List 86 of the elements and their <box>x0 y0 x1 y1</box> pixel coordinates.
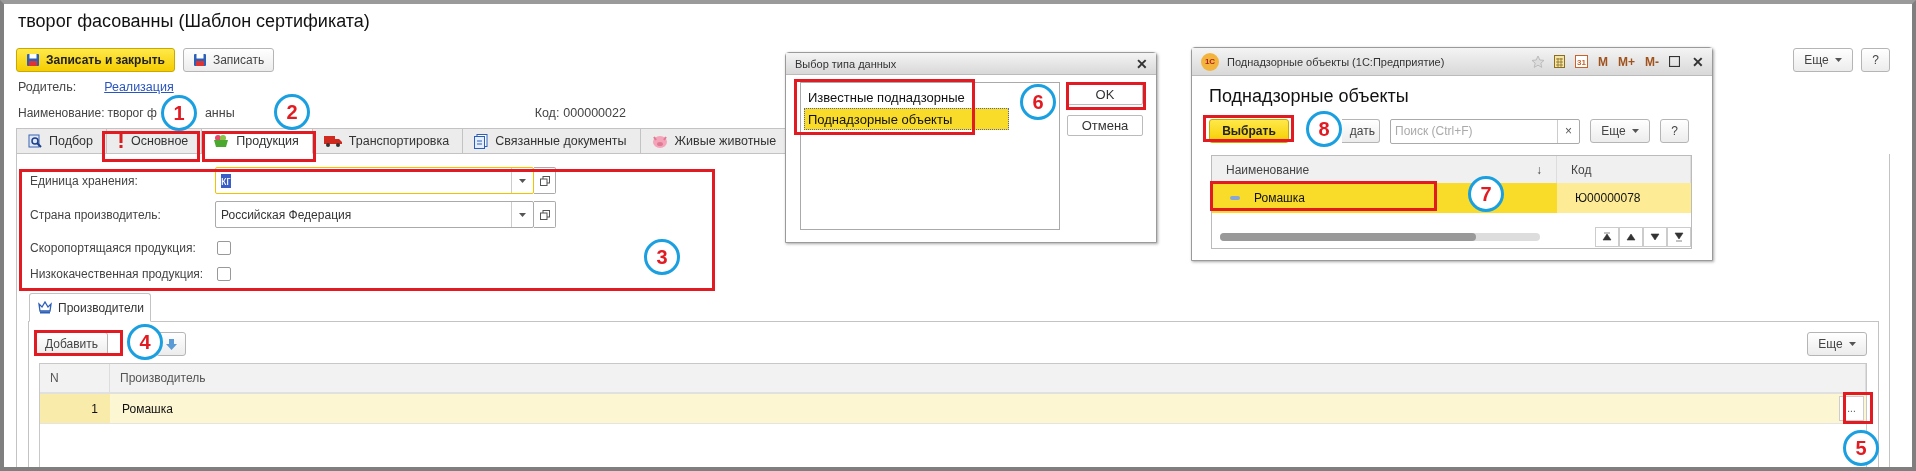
highlight-frame <box>1843 392 1873 424</box>
step-marker: 4 <box>127 324 163 360</box>
list-item[interactable]: Известные поднадзорные <box>804 86 1009 108</box>
table-row[interactable]: 1 Ромашка ... <box>40 394 1866 424</box>
checkbox[interactable] <box>217 241 231 255</box>
help-button[interactable]: ? <box>1660 119 1689 143</box>
search-field[interactable]: Поиск (Ctrl+F) × <box>1390 118 1580 144</box>
down-arrow-icon <box>1650 232 1660 242</box>
memory-button[interactable]: M <box>1598 54 1608 69</box>
scroll-top-icon <box>1602 232 1612 242</box>
tab[interactable]: Подбор <box>16 128 108 154</box>
column-header: N <box>40 364 110 392</box>
memory-button[interactable]: M+ <box>1618 54 1635 69</box>
table-cell: 1 <box>40 394 110 423</box>
more-button[interactable]: Еще <box>1807 332 1867 356</box>
floppy-icon <box>26 53 40 67</box>
create-button[interactable]: дать <box>1342 119 1380 143</box>
field-label: Страна производитель: <box>29 207 162 222</box>
dialog-title: Выбор типа данных <box>795 57 897 70</box>
save-button[interactable]: Записать <box>182 48 275 72</box>
close-button[interactable]: ✕ <box>1136 55 1148 72</box>
name-value: творог ф <box>107 106 157 120</box>
code-label: Код: <box>534 106 560 120</box>
form-title: творог фасованны (Шаблон сертификата) <box>17 9 371 33</box>
basket-icon <box>213 134 230 148</box>
navigation-button[interactable] <box>1643 227 1667 247</box>
cancel-button[interactable]: Отмена <box>1067 115 1143 136</box>
caret-icon <box>1631 129 1639 133</box>
more-button[interactable]: Еще <box>1590 119 1650 143</box>
step-marker: 5 <box>1843 430 1879 466</box>
column-header: Производитель <box>110 364 1866 392</box>
step-marker: 1 <box>161 95 197 131</box>
navigation-button[interactable] <box>1667 227 1691 247</box>
clear-button[interactable]: × <box>1557 119 1579 143</box>
checkbox[interactable] <box>217 267 231 281</box>
maximize-icon <box>1669 56 1680 67</box>
floppy-icon <box>192 53 207 67</box>
step-marker: 3 <box>644 239 680 275</box>
navigation-button[interactable] <box>1595 227 1619 247</box>
down-arrow-icon <box>165 338 177 350</box>
documents-icon <box>474 133 489 149</box>
up-arrow-icon <box>1626 232 1636 242</box>
pig-icon <box>651 134 668 148</box>
sort-indicator: ↓ <box>1536 162 1542 177</box>
list-item[interactable]: Поднадзорные объекты <box>804 108 1009 130</box>
open-form-icon <box>539 175 550 186</box>
magnifier-document-icon <box>28 134 42 148</box>
exclamation-icon <box>118 134 125 148</box>
tab[interactable]: Транспортировка <box>312 128 464 154</box>
parent-link[interactable]: Реализация <box>104 80 174 94</box>
window-title: Поднадзорные объекты (1С:Предприятие) <box>1227 55 1445 68</box>
caret-icon <box>1834 58 1842 62</box>
select-field[interactable]: Российская Федерация <box>215 201 534 228</box>
app-logo: 1С <box>1201 52 1219 71</box>
help-button[interactable]: ? <box>1861 48 1890 72</box>
star-icon <box>1532 55 1545 68</box>
scroll-bottom-icon <box>1674 232 1684 242</box>
name-label: Наименование: <box>18 106 105 120</box>
subtab[interactable]: Производители <box>29 293 151 322</box>
field-label: Скоропортящаяся продукция: <box>29 241 197 255</box>
window-heading: Поднадзорные объекты <box>1209 86 1410 108</box>
item-icon <box>1230 196 1240 200</box>
parent-label: Родитель: <box>18 80 77 94</box>
open-button[interactable] <box>534 201 556 228</box>
tab[interactable]: Связанные документы <box>463 128 641 154</box>
field-label: Низкокачественная продукция: <box>29 267 205 281</box>
calendar-icon: 31 <box>1575 55 1588 68</box>
caret-icon <box>1848 342 1856 346</box>
caret-icon <box>519 178 526 183</box>
caret-icon <box>519 212 526 217</box>
more-button[interactable]: Еще <box>1793 48 1853 72</box>
code-value: 000000022 <box>563 106 626 120</box>
save-close-button[interactable]: Записать и закрыть <box>16 48 175 72</box>
field-label: Единица хранения: <box>29 173 139 188</box>
close-button[interactable]: ✕ <box>1692 53 1704 70</box>
truck-icon <box>323 135 342 147</box>
table-cell-text: Ромашка <box>121 400 174 418</box>
crown-icon <box>38 301 52 314</box>
navigation-button[interactable] <box>1619 227 1643 247</box>
step-marker: 2 <box>274 94 310 130</box>
open-button[interactable] <box>534 167 556 194</box>
memory-button[interactable]: M- <box>1645 54 1659 69</box>
open-form-icon <box>539 209 550 220</box>
table-cell: Ю00000078 <box>1557 183 1691 213</box>
name-value: анны <box>204 106 235 120</box>
calculator-icon <box>1554 55 1566 68</box>
